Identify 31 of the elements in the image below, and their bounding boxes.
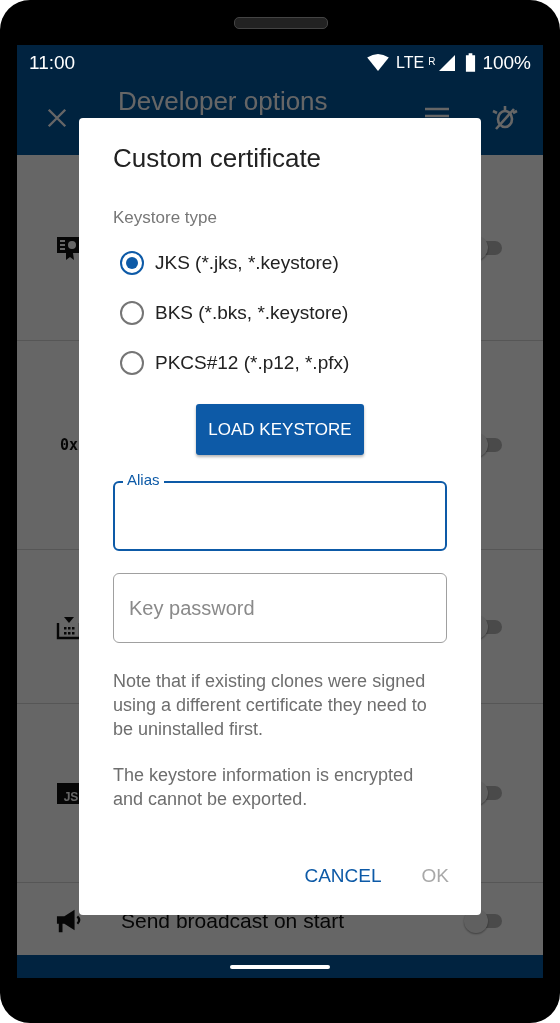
load-keystore-button[interactable]: LOAD KEYSTORE: [196, 404, 364, 455]
roaming-indicator: R: [428, 55, 436, 67]
js-icon: JS: [56, 782, 82, 804]
wifi-icon: [367, 53, 389, 72]
radio-icon[interactable]: [120, 301, 144, 325]
radio-label: BKS (*.bks, *.keystore): [155, 302, 349, 324]
close-icon[interactable]: [46, 106, 68, 129]
radio-label: PKCS#12 (*.p12, *.pfx): [155, 352, 350, 374]
radio-label: JKS (*.jks, *.keystore): [155, 252, 339, 274]
status-time: 11:00: [29, 51, 76, 74]
megaphone-icon: [56, 907, 82, 934]
setting-label: Send broadcast on start: [121, 908, 344, 933]
network-type: LTE: [396, 53, 425, 72]
radio-icon[interactable]: [120, 251, 144, 275]
radio-option[interactable]: PKCS#12 (*.p12, *.pfx): [113, 338, 354, 388]
bug-off-icon[interactable]: [492, 104, 518, 131]
hex-icon: 0x: [59, 436, 79, 454]
radio-icon[interactable]: [120, 351, 144, 375]
dialog-button[interactable]: CANCEL: [290, 857, 396, 895]
battery-icon: [465, 53, 477, 72]
signal-icon: [439, 54, 456, 71]
dialog-title: Custom certificate: [113, 143, 323, 174]
section-label: Keystore type: [113, 208, 218, 228]
radio-option[interactable]: JKS (*.jks, *.keystore): [113, 238, 343, 288]
input-field[interactable]: Key password: [113, 573, 447, 643]
note-text: The keystore information is encrypted and cannot be exported.: [113, 764, 415, 811]
home-handle[interactable]: [230, 964, 330, 969]
note-text: Note that if existing clones were signed using a different certificate they need to be uninstalled first.: [113, 670, 428, 741]
battery-level: 100%: [482, 51, 531, 74]
radio-option[interactable]: BKS (*.bks, *.keystore): [113, 288, 353, 338]
app-title: Developer options: [118, 86, 329, 117]
